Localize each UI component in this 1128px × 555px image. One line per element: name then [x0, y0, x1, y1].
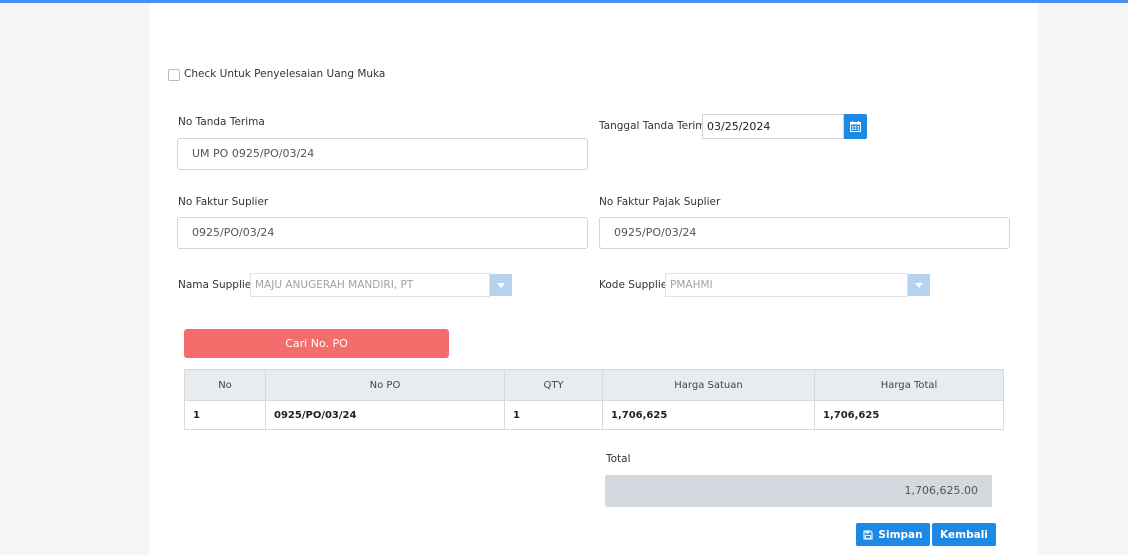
kembali-button[interactable]: Kembali — [932, 523, 996, 546]
po-table: No No PO QTY Harga Satuan Harga Total 1 … — [184, 369, 1004, 430]
no-faktur-suplier-input[interactable]: 0925/PO/03/24 — [177, 217, 588, 249]
column-header-harga-total: Harga Total — [814, 369, 1004, 401]
nama-supplier-dropdown-button[interactable] — [490, 274, 512, 296]
cell-no-po: 0925/PO/03/24 — [265, 400, 505, 430]
tanggal-tanda-terima-label: Tanggal Tanda Terima — [599, 120, 712, 132]
total-label: Total — [606, 453, 631, 465]
total-value-field: 1,706,625.00 — [605, 475, 992, 507]
cell-harga-satuan: 1,706,625 — [602, 400, 815, 430]
uang-muka-checkbox[interactable] — [168, 69, 180, 81]
nama-supplier-select[interactable]: MAJU ANUGERAH MANDIRI, PT — [250, 273, 490, 297]
no-tanda-terima-input[interactable]: UM PO 0925/PO/03/24 — [177, 138, 588, 170]
column-header-harga-satuan: Harga Satuan — [602, 369, 815, 401]
tanggal-tanda-terima-input[interactable]: 03/25/2024 — [702, 114, 844, 139]
kode-supplier-label: Kode Supplier — [599, 279, 672, 291]
chevron-down-icon — [497, 282, 505, 288]
calendar-button[interactable] — [844, 114, 867, 139]
simpan-button[interactable]: Simpan — [856, 523, 930, 546]
kode-supplier-dropdown-button[interactable] — [908, 274, 930, 296]
nama-supplier-label: Nama Supplier — [178, 279, 256, 291]
no-faktur-suplier-label: No Faktur Suplier — [178, 196, 269, 208]
cari-po-button[interactable]: Cari No. PO — [184, 329, 449, 358]
save-icon — [863, 529, 873, 540]
cell-harga-total: 1,706,625 — [814, 400, 1004, 430]
kode-supplier-select[interactable]: PMAHMI — [665, 273, 908, 297]
cell-no: 1 — [184, 400, 266, 430]
kembali-button-label: Kembali — [940, 528, 988, 541]
table-row[interactable]: 1 0925/PO/03/24 1 1,706,625 1,706,625 — [184, 400, 1004, 430]
no-tanda-terima-label: No Tanda Terima — [178, 116, 265, 128]
simpan-button-label: Simpan — [878, 528, 923, 541]
table-header-row: No No PO QTY Harga Satuan Harga Total — [184, 369, 1004, 401]
column-header-no: No — [184, 369, 266, 401]
calendar-icon — [850, 121, 861, 132]
uang-muka-checkbox-label: Check Untuk Penyelesaian Uang Muka — [184, 68, 386, 80]
column-header-no-po: No PO — [265, 369, 505, 401]
column-header-qty: QTY — [504, 369, 603, 401]
cell-qty: 1 — [504, 400, 603, 430]
chevron-down-icon — [915, 282, 923, 288]
no-faktur-pajak-input[interactable]: 0925/PO/03/24 — [599, 217, 1010, 249]
no-faktur-pajak-label: No Faktur Pajak Suplier — [599, 196, 721, 208]
